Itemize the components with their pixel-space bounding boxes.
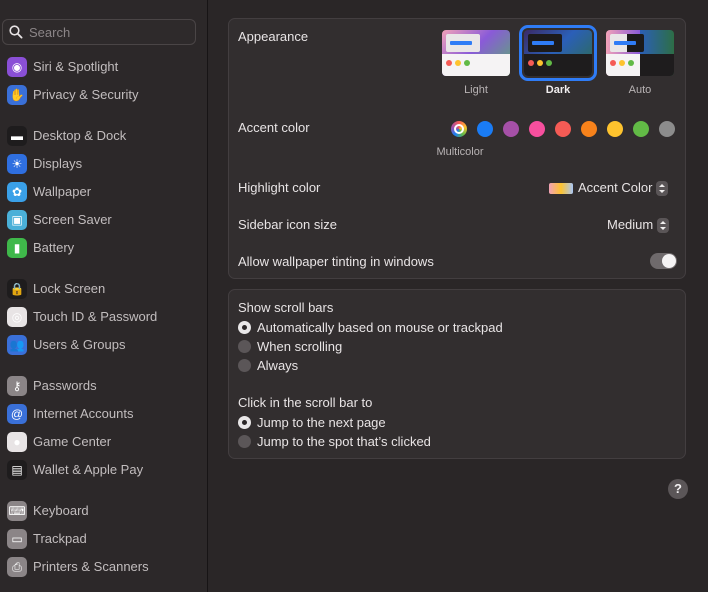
gamecenter-icon: ● [7,432,27,452]
sidebar-item-label: Internet Accounts [33,406,134,421]
sun-icon: ☀ [7,154,27,174]
sidebar-item-wallpaper[interactable]: ✿ Wallpaper [0,180,207,204]
click-spot-radio[interactable] [238,435,251,448]
sidebar-item-desktop-dock[interactable]: ▬ Desktop & Dock [0,124,207,148]
sidebar-item-label: Privacy & Security [33,87,139,102]
screensaver-icon: ▣ [7,210,27,230]
lock-icon: 🔒 [7,279,27,299]
chevron-updown-icon [656,181,669,197]
dock-icon: ▬ [7,126,27,146]
accent-graphite-swatch[interactable] [659,121,675,137]
sidebar-item-label: Users & Groups [33,337,126,352]
sidebar-item-users-groups[interactable]: 👥 Users & Groups [0,333,207,357]
scroll-when-scrolling-label[interactable]: When scrolling [257,339,342,354]
search-field[interactable]: Search [2,19,196,45]
scroll-auto-label[interactable]: Automatically based on mouse or trackpad [257,320,503,335]
sidebar-item-label: Wallet & Apple Pay [33,462,144,477]
appearance-auto-caption: Auto [628,84,652,96]
sidebar-icon-size-popup[interactable]: Medium [607,217,670,234]
accent-multicolor-swatch[interactable] [451,121,467,137]
sidebar-item-label: Wallpaper [33,184,92,199]
sidebar-item-touch-id-password[interactable]: ◎ Touch ID & Password [0,305,207,329]
appearance-light-option[interactable] [442,30,510,76]
search-placeholder: Search [29,25,71,40]
sidebar-item-lock-screen[interactable]: 🔒 Lock Screen [0,277,207,301]
users-icon: 👥 [7,335,27,355]
fingerprint-icon: ◎ [7,307,27,327]
sidebar-item-label: Screen Saver [33,212,112,227]
click-scroll-bar-label: Click in the scroll bar to [238,395,373,410]
wallpaper-tinting-toggle[interactable] [650,253,677,269]
sidebar-item-battery[interactable]: ▮ Battery [0,236,207,260]
sidebar-item-internet-accounts[interactable]: @ Internet Accounts [0,402,207,426]
sidebar-item-siri-spotlight[interactable]: ◉ Siri & Spotlight [0,55,207,79]
highlight-gradient-swatch [549,183,573,195]
accent-orange-swatch[interactable] [581,121,597,137]
sidebar-item-label: Touch ID & Password [33,309,158,324]
sidebar-item-game-center[interactable]: ● Game Center [0,430,207,454]
key-icon: ⚷ [7,376,27,396]
show-scroll-bars-label: Show scroll bars [238,300,334,315]
accent-purple-swatch[interactable] [503,121,519,137]
accent-yellow-swatch[interactable] [607,121,623,137]
printer-icon: ⎙ [7,557,27,577]
at-icon: @ [7,404,27,424]
siri-icon: ◉ [7,57,27,77]
appearance-dark-caption: Dark [545,84,571,96]
sidebar-item-label: Trackpad [33,531,87,546]
sidebar-item-screen-saver[interactable]: ▣ Screen Saver [0,208,207,232]
battery-icon: ▮ [7,238,27,258]
scroll-auto-radio[interactable] [238,321,251,334]
toggle-knob [662,254,676,268]
scroll-always-label[interactable]: Always [257,358,298,373]
sidebar-item-label: Lock Screen [33,281,106,296]
wallet-icon: ▤ [7,460,27,480]
sidebar-item-passwords[interactable]: ⚷ Passwords [0,374,207,398]
highlight-color-value: Accent Color [578,180,653,195]
click-next-page-label[interactable]: Jump to the next page [257,415,386,430]
sidebar-item-label: Passwords [33,378,97,393]
sidebar-item-trackpad[interactable]: ▭ Trackpad [0,527,207,551]
click-spot-label[interactable]: Jump to the spot that’s clicked [257,434,431,449]
accent-pink-swatch[interactable] [529,121,545,137]
sidebar-item-wallet-apple-pay[interactable]: ▤ Wallet & Apple Pay [0,458,207,482]
keyboard-icon: ⌨ [7,501,27,521]
scroll-when-scrolling-radio[interactable] [238,340,251,353]
accent-green-swatch[interactable] [633,121,649,137]
sidebar-item-label: Desktop & Dock [33,128,127,143]
accent-blue-swatch[interactable] [477,121,493,137]
accent-selected-caption: Multicolor [436,146,484,158]
scroll-always-radio[interactable] [238,359,251,372]
hand-icon: ✋ [7,85,27,105]
help-button[interactable]: ? [668,479,688,499]
sidebar-item-displays[interactable]: ☀ Displays [0,152,207,176]
sidebar: Search ◉ Siri & Spotlight ✋ Privacy & Secur… [0,0,208,592]
appearance-dark-option[interactable] [519,25,597,81]
appearance-label: Appearance [238,29,309,44]
sidebar-item-label: Battery [33,240,75,255]
sidebar-icon-size-label: Sidebar icon size [238,217,337,232]
sidebar-item-printers-scanners[interactable]: ⎙ Printers & Scanners [0,555,207,579]
click-next-page-radio[interactable] [238,416,251,429]
trackpad-icon: ▭ [7,529,27,549]
search-icon [9,25,23,39]
chevron-updown-icon [657,218,670,234]
sidebar-item-label: Game Center [33,434,112,449]
sidebar-item-keyboard[interactable]: ⌨ Keyboard [0,499,207,523]
sidebar-icon-size-value: Medium [607,217,654,232]
flower-icon: ✿ [7,182,27,202]
wallpaper-tinting-label: Allow wallpaper tinting in windows [238,254,434,269]
sidebar-item-label: Displays [33,156,83,171]
highlight-color-label: Highlight color [238,180,321,195]
highlight-color-popup[interactable]: Accent Color [549,180,669,197]
sidebar-item-label: Siri & Spotlight [33,59,119,74]
accent-color-label: Accent color [238,120,310,135]
sidebar-item-privacy-security[interactable]: ✋ Privacy & Security [0,83,207,107]
accent-red-swatch[interactable] [555,121,571,137]
sidebar-item-label: Printers & Scanners [33,559,149,574]
sidebar-item-label: Keyboard [33,503,89,518]
appearance-light-caption: Light [464,84,488,96]
appearance-auto-option[interactable] [606,30,674,76]
